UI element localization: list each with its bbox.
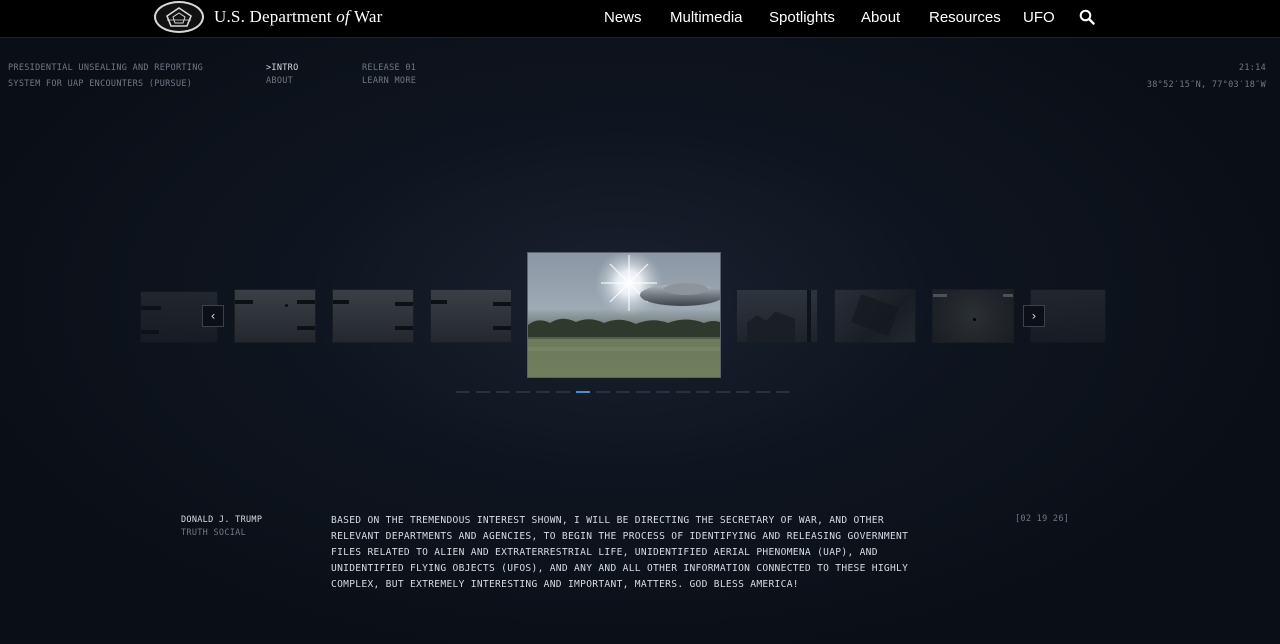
nav-link-about[interactable]: About — [861, 9, 900, 26]
video-thumbnail[interactable] — [736, 289, 818, 343]
quote-line: RELEVANT DEPARTMENTS AND AGENCIES, TO BE… — [331, 531, 909, 542]
department-seal-logo[interactable] — [154, 1, 204, 33]
search-icon[interactable] — [1079, 9, 1095, 29]
video-thumbnail[interactable] — [234, 289, 316, 343]
video-thumbnail[interactable] — [932, 289, 1014, 343]
carousel-indicator[interactable] — [556, 391, 570, 393]
nav-link-resources[interactable]: Resources — [929, 9, 1001, 26]
carousel-indicator[interactable] — [476, 391, 490, 393]
quote-text: BASED ON THE TREMENDOUS INTEREST SHOWN, … — [331, 513, 911, 593]
carousel-indicator[interactable] — [516, 391, 530, 393]
program-title-line-2: SYSTEM FOR UAP ENCOUNTERS (PURSUE) — [8, 79, 193, 89]
carousel-indicator[interactable] — [636, 391, 650, 393]
carousel-indicator[interactable] — [776, 391, 790, 393]
carousel-next-button[interactable]: › — [1023, 305, 1045, 327]
nav-link-spotlights[interactable]: Spotlights — [769, 9, 835, 26]
quote-line: UNIDENTIFIED FLYING OBJECTS (UFOS), AND … — [331, 563, 909, 574]
quote-date: [02 19 26] — [1015, 514, 1070, 524]
pentagon-seal-icon — [166, 7, 192, 27]
carousel-indicator[interactable] — [456, 391, 470, 393]
nav-link-ufo[interactable]: UFO — [1023, 9, 1055, 26]
nav-link-news[interactable]: News — [604, 9, 642, 26]
carousel-prev-button[interactable]: ‹ — [202, 305, 224, 327]
carousel-indicator[interactable] — [536, 391, 550, 393]
carousel-indicator[interactable] — [596, 391, 610, 393]
clock-time: 21:14 — [1238, 63, 1266, 73]
carousel-indicator[interactable] — [736, 391, 750, 393]
carousel-indicator[interactable] — [616, 391, 630, 393]
featured-ufo-image[interactable] — [527, 252, 721, 378]
quote-line: COMPLEX, BUT EXTREMELY INTERESTING AND I… — [331, 579, 799, 590]
carousel-indicator[interactable] — [756, 391, 770, 393]
location-coordinates: 38°52′15″N, 77°03′18″W — [1146, 80, 1266, 90]
about-link[interactable]: ABOUT — [266, 73, 293, 89]
nav-link-multimedia[interactable]: Multimedia — [670, 9, 743, 26]
carousel-indicator[interactable] — [676, 391, 690, 393]
carousel-indicator[interactable] — [716, 391, 730, 393]
quote-line: FILES RELATED TO ALIEN AND EXTRATERRESTR… — [331, 547, 878, 558]
site-brand-title[interactable]: U.S. Department of War — [214, 7, 382, 27]
brand-text-department: U.S. Department — [214, 7, 332, 26]
top-navigation-bar: U.S. Department of War News Multimedia S… — [0, 0, 1280, 38]
video-thumbnail[interactable] — [834, 289, 916, 343]
quote-author: DONALD J. TRUMP — [181, 515, 263, 525]
brand-text-of: of — [336, 7, 350, 26]
quote-line: BASED ON THE TREMENDOUS INTEREST SHOWN, … — [331, 515, 884, 526]
carousel-indicator[interactable] — [496, 391, 510, 393]
learn-more-link[interactable]: LEARN MORE — [362, 73, 416, 89]
quote-source: TRUTH SOCIAL — [181, 528, 247, 538]
video-thumbnail[interactable] — [332, 289, 414, 343]
program-title: PRESIDENTIAL UNSEALING AND REPORTING SYS… — [8, 60, 203, 92]
carousel-indicator[interactable] — [656, 391, 670, 393]
video-thumbnail[interactable] — [430, 289, 512, 343]
carousel-indicator[interactable] — [696, 391, 710, 393]
program-title-line-1: PRESIDENTIAL UNSEALING AND REPORTING — [8, 63, 204, 73]
carousel-indicator[interactable] — [576, 391, 590, 393]
brand-text-war: War — [353, 7, 383, 26]
